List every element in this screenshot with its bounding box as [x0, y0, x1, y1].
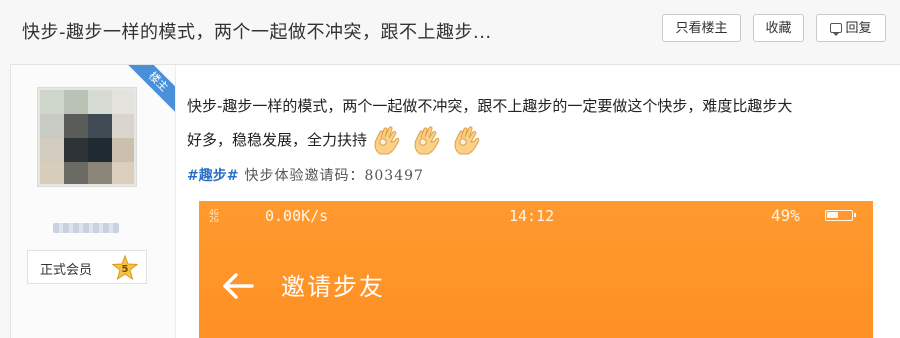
- post-body: 快步-趣步一样的模式，两个一起做不冲突，跟不上趣步的一定要做这个快步，难度比趣步…: [187, 89, 887, 158]
- post-body-line-1: 快步-趣步一样的模式，两个一起做不冲突，跟不上趣步的一定要做这个快步，难度比趣步…: [187, 97, 793, 115]
- app-page-title: 邀请步友: [281, 273, 385, 301]
- post-body-line-2: 好多，稳稳发展，全力扶持: [187, 131, 368, 149]
- thread-header: 快步-趣步一样的模式，两个一起做不冲突，跟不上趣步... 只看楼主 收藏 回复: [0, 0, 900, 60]
- ok-hand-icon: [454, 126, 479, 155]
- ok-hand-icon: [414, 126, 440, 155]
- topic-tag-link[interactable]: #趣步#: [187, 168, 238, 184]
- comment-icon: [830, 23, 843, 36]
- member-group-label: 正式会员: [40, 263, 93, 278]
- tag-line: #趣步# 快步体验邀请码：803497: [187, 165, 424, 185]
- arrow-left-icon: [223, 273, 254, 299]
- author-panel: 楼主 正式会员 5: [11, 65, 176, 338]
- post-floor: 楼主 正式会员 5 快步-趣步一样的模式，两个一起做不冲突，跟不上趣步的一定要做…: [10, 64, 900, 338]
- signal-bottom-label: 2G: [209, 215, 219, 224]
- avatar[interactable]: [37, 87, 137, 187]
- emoji-row: [371, 123, 486, 158]
- battery-icon: [825, 210, 856, 221]
- post-content: 快步-趣步一样的模式，两个一起做不冲突，跟不上趣步的一定要做这个快步，难度比趣步…: [187, 65, 887, 338]
- favorite-button[interactable]: 收藏: [753, 14, 804, 42]
- invite-code-text: 快步体验邀请码：803497: [244, 168, 424, 184]
- reply-button[interactable]: 回复: [816, 14, 886, 42]
- avatar-image: [40, 90, 134, 184]
- only-view-op-button[interactable]: 只看楼主: [662, 14, 741, 42]
- battery-percent: 49%: [771, 206, 800, 225]
- network-speed: 0.00K/s: [265, 207, 329, 225]
- embedded-app-screenshot[interactable]: 4G 2G 0.00K/s 14:12 49% 邀请步友: [199, 201, 873, 338]
- post-body-line-2-wrap: 好多，稳稳发展，全力扶持: [187, 123, 887, 158]
- level-number: 5: [122, 264, 129, 275]
- signal-indicator: 4G 2G: [209, 209, 219, 224]
- level-star-icon: 5: [112, 255, 138, 281]
- ok-hand-icon: [374, 126, 400, 155]
- phone-status-bar: 4G 2G 0.00K/s 14:12 49%: [199, 201, 873, 229]
- thread-title: 快步-趣步一样的模式，两个一起做不冲突，跟不上趣步...: [22, 22, 492, 43]
- status-clock: 14:12: [509, 207, 555, 225]
- reply-button-label: 回复: [845, 21, 872, 36]
- username-redacted[interactable]: [53, 223, 119, 233]
- forum-thread-page: 快步-趣步一样的模式，两个一起做不冲突，跟不上趣步... 只看楼主 收藏 回复 …: [0, 0, 900, 338]
- member-group-box: 正式会员 5: [27, 250, 147, 284]
